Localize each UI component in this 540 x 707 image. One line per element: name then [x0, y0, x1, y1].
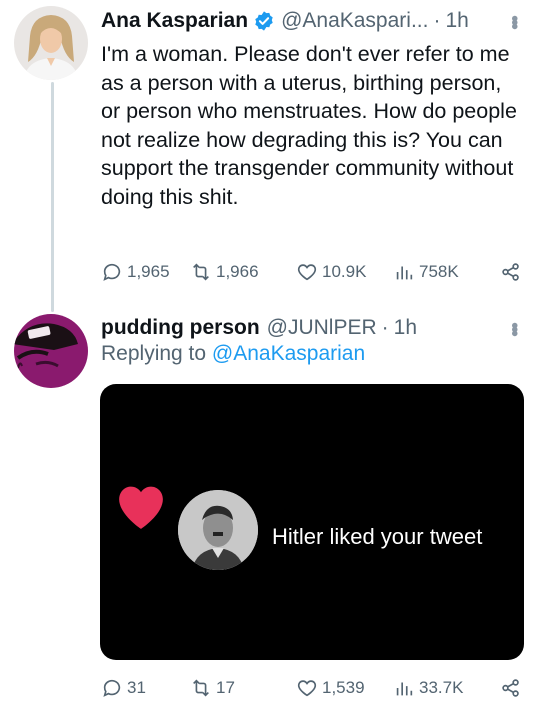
reply-count: 1,965	[127, 262, 170, 281]
reply-count: 31	[127, 678, 146, 697]
reply-icon	[103, 263, 121, 281]
avatar-pudding-person[interactable]	[14, 314, 88, 388]
tweet-header: pudding person @JUNlPER · 1h •••	[101, 313, 526, 343]
like-icon	[297, 264, 317, 281]
like-count: 10.9K	[322, 262, 367, 281]
views-button[interactable]: 33.7K	[393, 677, 488, 699]
views-button[interactable]: 758K	[393, 261, 483, 283]
retweet-button[interactable]: 1,966	[190, 261, 286, 283]
media-caption: Hitler liked your tweet	[272, 524, 483, 549]
tweet-text: I'm a woman. Please don't ever refer to …	[101, 42, 517, 209]
verified-badge-icon	[253, 10, 275, 32]
share-button[interactable]	[500, 261, 522, 283]
header-separator: ·	[433, 9, 441, 32]
retweet-icon	[193, 263, 209, 281]
author-name[interactable]: Ana Kasparian	[101, 9, 248, 33]
views-icon	[396, 266, 413, 280]
header-separator: ·	[381, 316, 389, 339]
retweet-count: 1,966	[216, 262, 259, 281]
author-name[interactable]: pudding person	[101, 316, 260, 340]
views-count: 33.7K	[419, 678, 464, 697]
author-handle[interactable]: @JUNlPER	[267, 316, 377, 340]
views-count: 758K	[419, 262, 459, 281]
replying-handle-link[interactable]: @AnaKasparian	[212, 342, 365, 365]
more-icon[interactable]: •••	[503, 15, 526, 27]
replying-to: Replying to @AnaKasparian	[101, 342, 365, 366]
retweet-icon	[193, 679, 209, 697]
reply-icon	[103, 679, 121, 697]
share-button[interactable]	[500, 677, 522, 699]
tweet-header: Ana Kasparian @AnaKaspari... · 1h •••	[101, 6, 526, 36]
tweet-actions: 1,965 1,966 10.9K 758K	[101, 257, 522, 287]
tweet-timestamp[interactable]: 1h	[445, 9, 468, 33]
replying-prefix: Replying to	[101, 342, 207, 365]
tweet-timestamp[interactable]: 1h	[394, 316, 417, 340]
retweet-button[interactable]: 17	[190, 677, 286, 699]
media-portrait	[178, 490, 258, 570]
tweet-media[interactable]: Hitler liked your tweet	[100, 384, 524, 660]
retweet-count: 17	[216, 678, 235, 697]
like-button[interactable]: 10.9K	[296, 261, 391, 283]
reply-button[interactable]: 1,965	[101, 261, 186, 283]
more-icon[interactable]: •••	[503, 322, 526, 334]
like-icon	[297, 680, 317, 697]
like-count: 1,539	[322, 678, 365, 697]
share-icon	[502, 679, 519, 697]
reply-button[interactable]: 31	[101, 677, 186, 699]
author-handle[interactable]: @AnaKaspari...	[281, 9, 428, 33]
like-button[interactable]: 1,539	[296, 677, 391, 699]
avatar-ana-kasparian[interactable]	[14, 6, 88, 80]
share-icon	[502, 263, 519, 281]
thread-connector-line	[51, 82, 54, 312]
views-icon	[396, 682, 413, 696]
tweet-actions: 31 17 1,539 33.7K	[101, 673, 522, 703]
heart-icon	[119, 486, 163, 529]
